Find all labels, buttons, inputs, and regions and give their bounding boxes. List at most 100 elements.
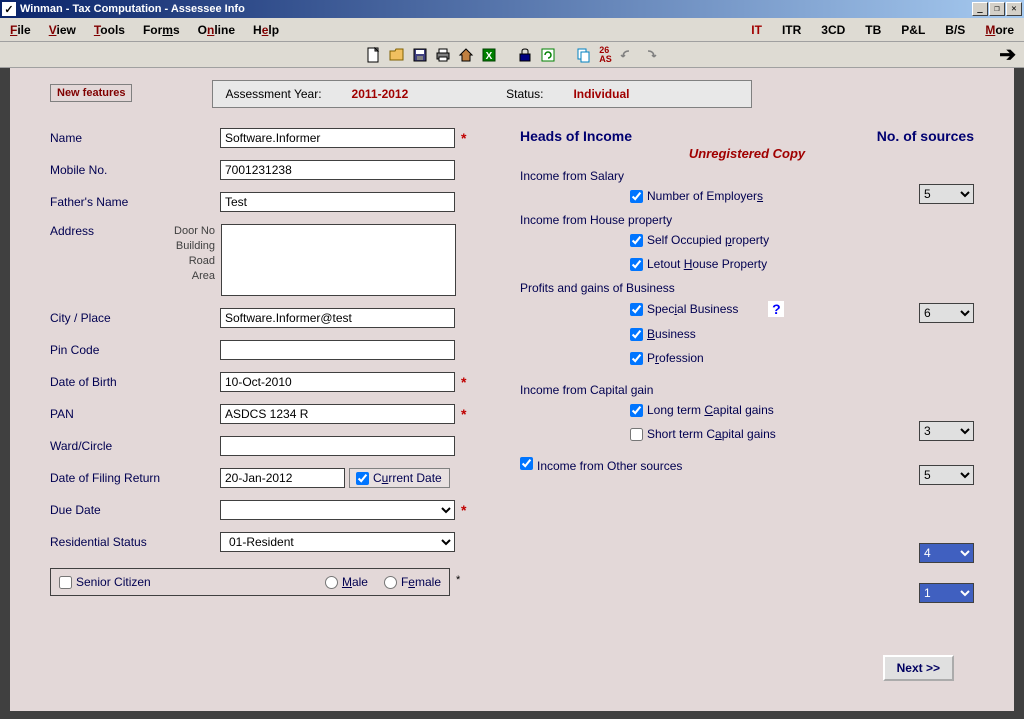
required-icon: * [456, 574, 460, 586]
business-checkbox[interactable] [630, 328, 643, 341]
num-employers-label: Number of Employers [647, 189, 763, 203]
minimize-button[interactable]: _ [972, 2, 988, 16]
house-heading: Income from House property [520, 213, 974, 227]
menu-forms[interactable]: Forms [143, 23, 180, 37]
assessment-status-box: Assessment Year: 2011-2012 Status: Indiv… [212, 80, 752, 108]
ltcg-checkbox[interactable] [630, 404, 643, 417]
26as-icon[interactable]: 26AS [599, 47, 612, 63]
sources-label: No. of sources [877, 128, 974, 144]
lock-icon[interactable] [517, 47, 533, 63]
pan-input[interactable] [220, 404, 455, 424]
salary-heading: Income from Salary [520, 169, 974, 183]
menu-3cd[interactable]: 3CD [821, 23, 845, 37]
menu-tb[interactable]: TB [865, 23, 881, 37]
residential-status-select[interactable]: 01-Resident [220, 532, 455, 552]
dob-input[interactable] [220, 372, 455, 392]
stcg-label: Short term Capital gains [647, 427, 776, 441]
address-input[interactable] [221, 224, 456, 296]
excel-icon[interactable]: X [481, 47, 497, 63]
female-radio[interactable] [384, 576, 397, 589]
filing-input[interactable] [220, 468, 345, 488]
maximize-button[interactable]: ❐ [989, 2, 1005, 16]
senior-label: Senior Citizen [76, 575, 151, 589]
next-page-arrow-icon[interactable]: ➔ [999, 42, 1016, 67]
unregistered-label: Unregistered Copy [520, 146, 974, 161]
male-label: Male [342, 575, 368, 589]
stcg-checkbox[interactable] [630, 428, 643, 441]
home-icon[interactable] [458, 47, 474, 63]
other-sources-checkbox[interactable] [520, 457, 533, 470]
next-button[interactable]: Next >> [883, 655, 954, 681]
assessee-form: Name * Mobile No. Father's Name Address … [50, 128, 490, 596]
menu-help[interactable]: Help [253, 23, 279, 37]
menubar: File View Tools Forms Online Help IT ITR… [0, 18, 1024, 42]
open-icon[interactable] [389, 47, 405, 63]
mobile-label: Mobile No. [50, 163, 220, 177]
name-label: Name [50, 131, 220, 145]
profession-label: Profession [647, 351, 704, 365]
capital-heading: Income from Capital gain [520, 383, 974, 397]
num-employers-checkbox[interactable] [630, 190, 643, 203]
required-icon: * [461, 130, 466, 146]
special-business-checkbox[interactable] [630, 303, 643, 316]
close-button[interactable]: ✕ [1006, 2, 1022, 16]
business-heading: Profits and gains of Business [520, 281, 974, 295]
content-area: New features Assessment Year: 2011-2012 … [0, 68, 1024, 719]
menu-view[interactable]: View [49, 23, 76, 37]
self-occupied-checkbox[interactable] [630, 234, 643, 247]
business-select[interactable]: 3 [919, 421, 974, 441]
city-label: City / Place [50, 311, 220, 325]
senior-citizen-checkbox[interactable] [59, 576, 72, 589]
profession-select[interactable]: 5 [919, 465, 974, 485]
male-radio[interactable] [325, 576, 338, 589]
menu-online[interactable]: Online [198, 23, 235, 37]
mobile-input[interactable] [220, 160, 455, 180]
help-icon[interactable]: ? [768, 301, 784, 317]
copy-icon[interactable] [576, 47, 592, 63]
menu-itr[interactable]: ITR [782, 23, 801, 37]
ay-label: Assessment Year: [225, 87, 321, 101]
save-icon[interactable] [412, 47, 428, 63]
new-icon[interactable] [366, 47, 382, 63]
dob-label: Date of Birth [50, 375, 220, 389]
print-icon[interactable] [435, 47, 451, 63]
toolbar: X 26AS ➔ [0, 42, 1024, 68]
redo-icon[interactable] [642, 47, 658, 63]
due-label: Due Date [50, 503, 220, 517]
personal-box: Senior Citizen Male Female [50, 568, 450, 596]
menu-bs[interactable]: B/S [945, 23, 965, 37]
filing-label: Date of Filing Return [50, 471, 220, 485]
city-input[interactable] [220, 308, 455, 328]
business-label: Business [647, 327, 696, 341]
due-date-select[interactable] [220, 500, 455, 520]
letout-checkbox[interactable] [630, 258, 643, 271]
menu-more[interactable]: More [985, 23, 1014, 37]
letout-label: Letout House Property [647, 257, 767, 271]
ward-input[interactable] [220, 436, 455, 456]
menu-pl[interactable]: P&L [901, 23, 925, 37]
pin-input[interactable] [220, 340, 455, 360]
heads-label: Heads of Income [520, 128, 877, 144]
num-employers-select[interactable]: 5 [919, 184, 974, 204]
refresh-icon[interactable] [540, 47, 556, 63]
menu-it[interactable]: IT [751, 23, 762, 37]
profession-checkbox[interactable] [630, 352, 643, 365]
ltcg-select[interactable]: 4 [919, 543, 974, 563]
menu-tools[interactable]: Tools [94, 23, 125, 37]
required-icon: * [461, 502, 466, 518]
female-label: Female [401, 575, 441, 589]
undo-icon[interactable] [619, 47, 635, 63]
father-input[interactable] [220, 192, 455, 212]
required-icon: * [461, 374, 466, 390]
special-business-label: Special Business [647, 302, 738, 316]
status-value: Individual [573, 87, 629, 101]
menu-file[interactable]: File [10, 23, 31, 37]
stcg-select[interactable]: 1 [919, 583, 974, 603]
window-title: Winman - Tax Computation - Assessee Info [20, 3, 971, 15]
letout-select[interactable]: 6 [919, 303, 974, 323]
new-features-link[interactable]: New features [50, 84, 132, 102]
name-input[interactable] [220, 128, 455, 148]
current-date-checkbox[interactable] [356, 472, 369, 485]
ltcg-label: Long term Capital gains [647, 403, 774, 417]
res-label: Residential Status [50, 535, 220, 549]
